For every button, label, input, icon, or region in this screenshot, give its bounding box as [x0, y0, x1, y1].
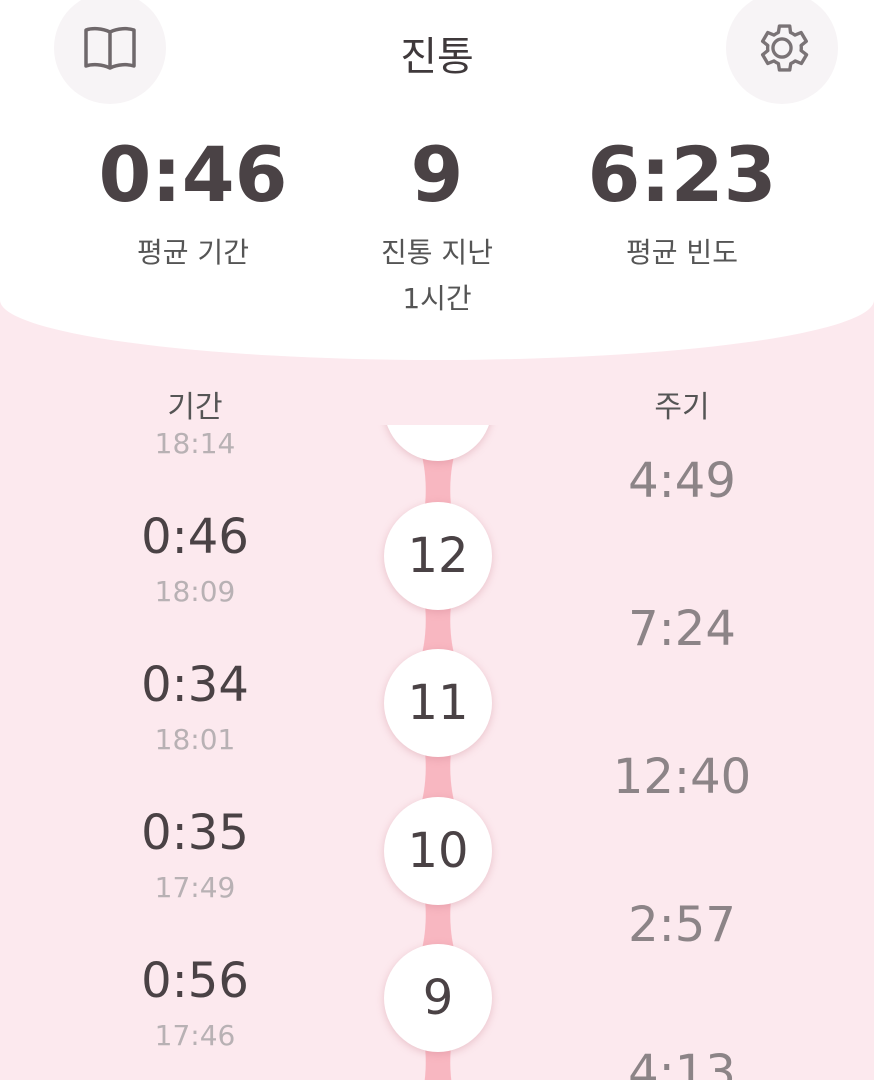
contraction-period: 12:40 [612, 749, 752, 805]
contraction-start-time: 18:01 [154, 723, 236, 756]
avg-frequency-label: 평균 빈도 [626, 236, 738, 269]
contraction-number[interactable]: 11 [384, 649, 492, 757]
contraction-duration: 0:46 [141, 509, 249, 565]
contraction-list[interactable]: 13 12 11 10 9 18:14 0:46 18:09 0:34 18:0… [0, 425, 874, 1080]
contraction-period: 7:24 [628, 601, 736, 657]
avg-duration-label: 평균 기간 [137, 236, 249, 269]
avg-duration-value: 0:46 [98, 130, 288, 219]
contraction-start-time: 17:49 [154, 871, 236, 904]
contraction-duration: 0:34 [141, 657, 249, 713]
gear-icon [760, 24, 809, 72]
contraction-start-time: 18:09 [154, 575, 236, 608]
period-column-header: 주기 [654, 390, 710, 425]
count-stat: 9 진통 지난 1시간 [307, 132, 567, 322]
contraction-duration: 0:56 [141, 953, 249, 1009]
avg-frequency-stat: 6:23 평균 빈도 [552, 132, 812, 276]
contraction-number[interactable]: 12 [384, 502, 492, 610]
contraction-period: 4:13 [628, 1045, 736, 1080]
contraction-start-time: 18:14 [154, 427, 236, 460]
avg-frequency-value: 6:23 [587, 130, 777, 219]
contraction-start-time: 17:46 [154, 1019, 236, 1052]
count-value: 9 [410, 130, 464, 219]
contraction-period: 4:49 [628, 453, 736, 509]
count-label-line1: 진통 지난 [381, 236, 493, 269]
avg-duration-stat: 0:46 평균 기간 [63, 132, 323, 276]
count-label-line2: 1시간 [402, 282, 472, 315]
contraction-period: 2:57 [628, 897, 736, 953]
duration-column-header: 기간 [167, 390, 223, 425]
contraction-number[interactable]: 10 [384, 797, 492, 905]
contraction-duration: 0:35 [141, 805, 249, 861]
contraction-number[interactable]: 9 [384, 944, 492, 1052]
